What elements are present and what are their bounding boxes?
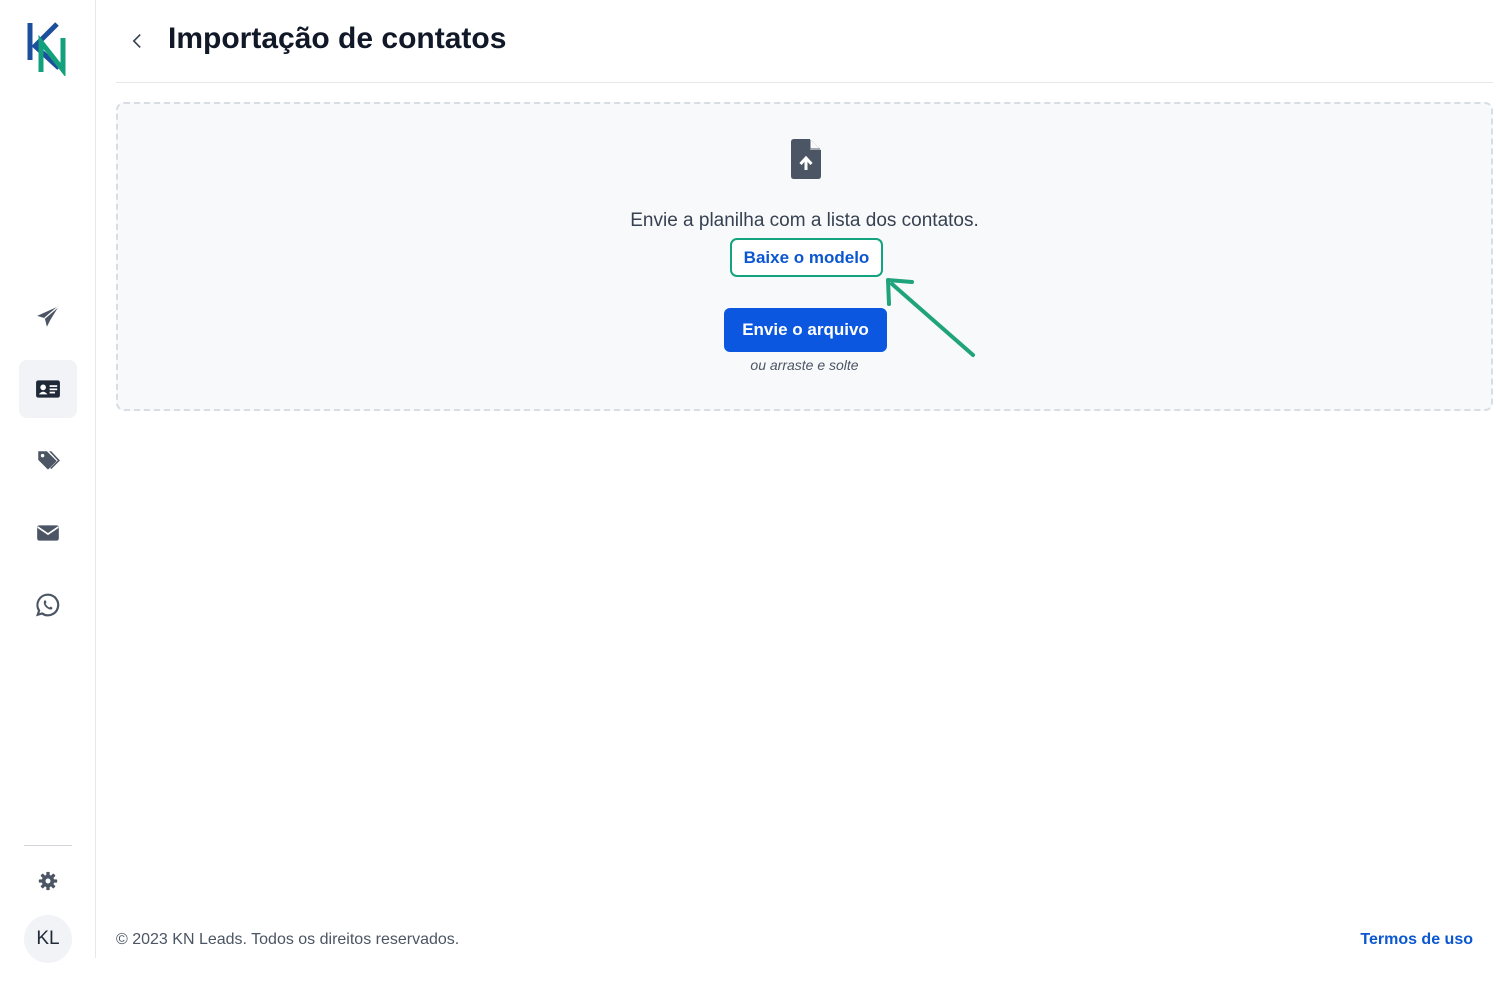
whatsapp-icon [36, 593, 60, 617]
back-button[interactable] [126, 28, 148, 54]
sidebar-item-contacts[interactable] [19, 360, 77, 418]
sidebar-item-campaigns[interactable] [19, 288, 77, 346]
tags-icon [38, 451, 60, 470]
download-template-button[interactable]: Baixe o modelo [730, 238, 883, 277]
page-title: Importação de contatos [168, 22, 507, 55]
footer-copyright: © 2023 KN Leads. Todos os direitos reser… [116, 931, 460, 948]
terms-of-use-link[interactable]: Termos de uso [1360, 931, 1473, 949]
chevron-left-icon [132, 34, 141, 48]
sidebar: KL [0, 0, 96, 963]
paper-plane-icon [37, 305, 60, 327]
sidebar-item-whatsapp[interactable] [19, 576, 77, 634]
sidebar-item-tags[interactable] [19, 432, 77, 490]
upload-instruction: Envie a planilha com a lista dos contato… [630, 210, 979, 231]
page-header: Importação de contatos [116, 0, 1493, 83]
sidebar-item-email[interactable] [19, 504, 77, 562]
contact-card-icon [36, 380, 60, 398]
upload-file-button[interactable]: Envie o arquivo [724, 308, 887, 352]
envelope-icon [37, 525, 59, 541]
gear-icon [38, 871, 58, 891]
avatar[interactable]: KL [24, 915, 72, 963]
arrow-pointer-icon [886, 278, 975, 357]
kn-logo-icon[interactable] [27, 20, 69, 76]
file-dropzone[interactable]: Envie a planilha com a lista dos contato… [116, 102, 1493, 411]
drag-drop-hint: ou arraste e solte [750, 357, 859, 373]
file-upload-icon [791, 139, 821, 179]
sidebar-divider [24, 845, 72, 846]
settings-button[interactable] [33, 866, 63, 896]
